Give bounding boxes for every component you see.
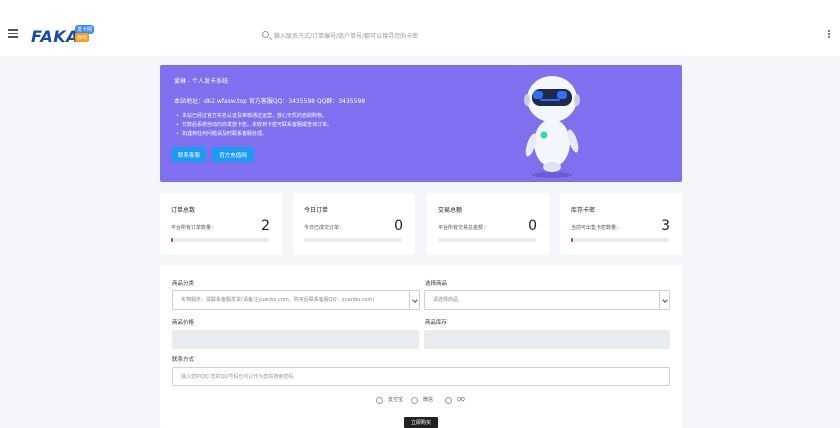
banner-note: 付款后系统自动向你发放卡密。未收到卡密可联系客服或查询订单。 — [176, 121, 332, 130]
product-label: 选择商品 — [425, 281, 448, 287]
radio-circle-icon — [411, 397, 418, 404]
chevron-down-icon — [659, 291, 669, 309]
stat-label: 今日已成交订单： — [304, 225, 345, 231]
logo-text: FAKA — [31, 27, 80, 46]
payment-option-label: 微信 — [423, 397, 434, 403]
stat-card-total-amount: 交易总额 平台所有交易总金额： 0 — [427, 193, 549, 255]
stat-progress — [438, 238, 536, 242]
stat-label: 平台所有交易总金额： — [438, 225, 489, 231]
logo-badge-bottom: 自动 — [75, 33, 90, 42]
stat-value: 3 — [661, 218, 670, 234]
stat-progress — [304, 238, 402, 242]
payment-option-label: 支付宝 — [388, 397, 404, 403]
more-options-icon[interactable] — [828, 30, 832, 40]
stat-progress-fill — [571, 238, 573, 242]
radio-circle-icon — [445, 397, 452, 404]
product-select[interactable]: 请选择商品 — [424, 290, 670, 310]
stat-title: 交易总额 — [438, 207, 463, 214]
order-search-input[interactable] — [274, 30, 574, 42]
banner-notes: 本站已经过官方实名认证及审核通过运营，放心无忧的自助购物。 付款后系统自动向你发… — [176, 112, 332, 139]
stat-value: 0 — [528, 218, 537, 234]
stat-progress — [171, 238, 269, 242]
banner-title: 爱琳 - 个人发卡系统 — [174, 78, 228, 85]
stock-label: 商品库存 — [425, 320, 448, 326]
category-label: 商品分类 — [172, 281, 195, 287]
banner-note: 本站已经过官方实名认证及审核通过运营，放心无忧的自助购物。 — [176, 112, 332, 121]
payment-option-label: QQ — [457, 397, 465, 403]
stat-progress — [571, 238, 669, 242]
order-search — [258, 30, 578, 42]
chevron-down-icon — [409, 291, 419, 309]
stat-title: 订单总数 — [171, 207, 196, 214]
radio-circle-icon — [376, 397, 383, 404]
contact-input[interactable] — [172, 367, 670, 386]
category-select[interactable]: 实物服务：需联系客服发货(请备注yuanbo.com，购买后联系客服QQ：yua… — [172, 290, 420, 310]
stat-title: 库存卡密 — [571, 207, 596, 214]
stock-field — [424, 330, 670, 349]
banner-note: 如遇到任何问题请及时联系客服处理。 — [176, 130, 332, 139]
category-select-value: 实物服务：需联系客服发货(请备注yuanbo.com，购买后联系客服QQ：yua… — [181, 297, 375, 303]
product-select-value: 请选择商品 — [433, 297, 459, 303]
stat-label: 当前可出售卡密数量： — [571, 225, 622, 231]
stat-title: 今日订单 — [304, 207, 329, 214]
price-label: 商品价格 — [172, 320, 195, 326]
robot-illustration — [524, 76, 580, 178]
stat-value: 2 — [261, 218, 270, 234]
stat-progress-fill — [171, 238, 173, 242]
contact-support-button[interactable]: 联系客服 — [172, 147, 206, 162]
info-banner: 爱琳 - 个人发卡系统 本站地址：dk2.wfasw.top 官方客服QQ：34… — [160, 65, 682, 182]
price-field — [172, 330, 419, 349]
stat-card-stock-cards: 库存卡密 当前可出售卡密数量： 3 — [560, 193, 682, 255]
contact-label: 联系方式 — [172, 357, 195, 363]
stat-card-total-orders: 订单总数 平台所有订单数量： 2 — [160, 193, 282, 255]
stat-label: 平台所有订单数量： — [171, 225, 217, 231]
buy-now-button[interactable]: 立即购买 — [404, 417, 438, 428]
official-recharge-button[interactable]: 官方充值网 — [212, 147, 254, 162]
banner-site-info: 本站地址：dk2.wfasw.top 官方客服QQ：3435598 QQ群：34… — [174, 98, 366, 105]
hamburger-menu-icon[interactable] — [8, 29, 18, 38]
stat-card-today-orders: 今日订单 今日已成交订单： 0 — [293, 193, 415, 255]
site-logo[interactable]: FAKA 发卡网 自动 — [31, 25, 95, 47]
top-bar: FAKA 发卡网 自动 — [0, 0, 840, 56]
stat-value: 0 — [394, 218, 403, 234]
search-icon[interactable] — [262, 31, 269, 38]
